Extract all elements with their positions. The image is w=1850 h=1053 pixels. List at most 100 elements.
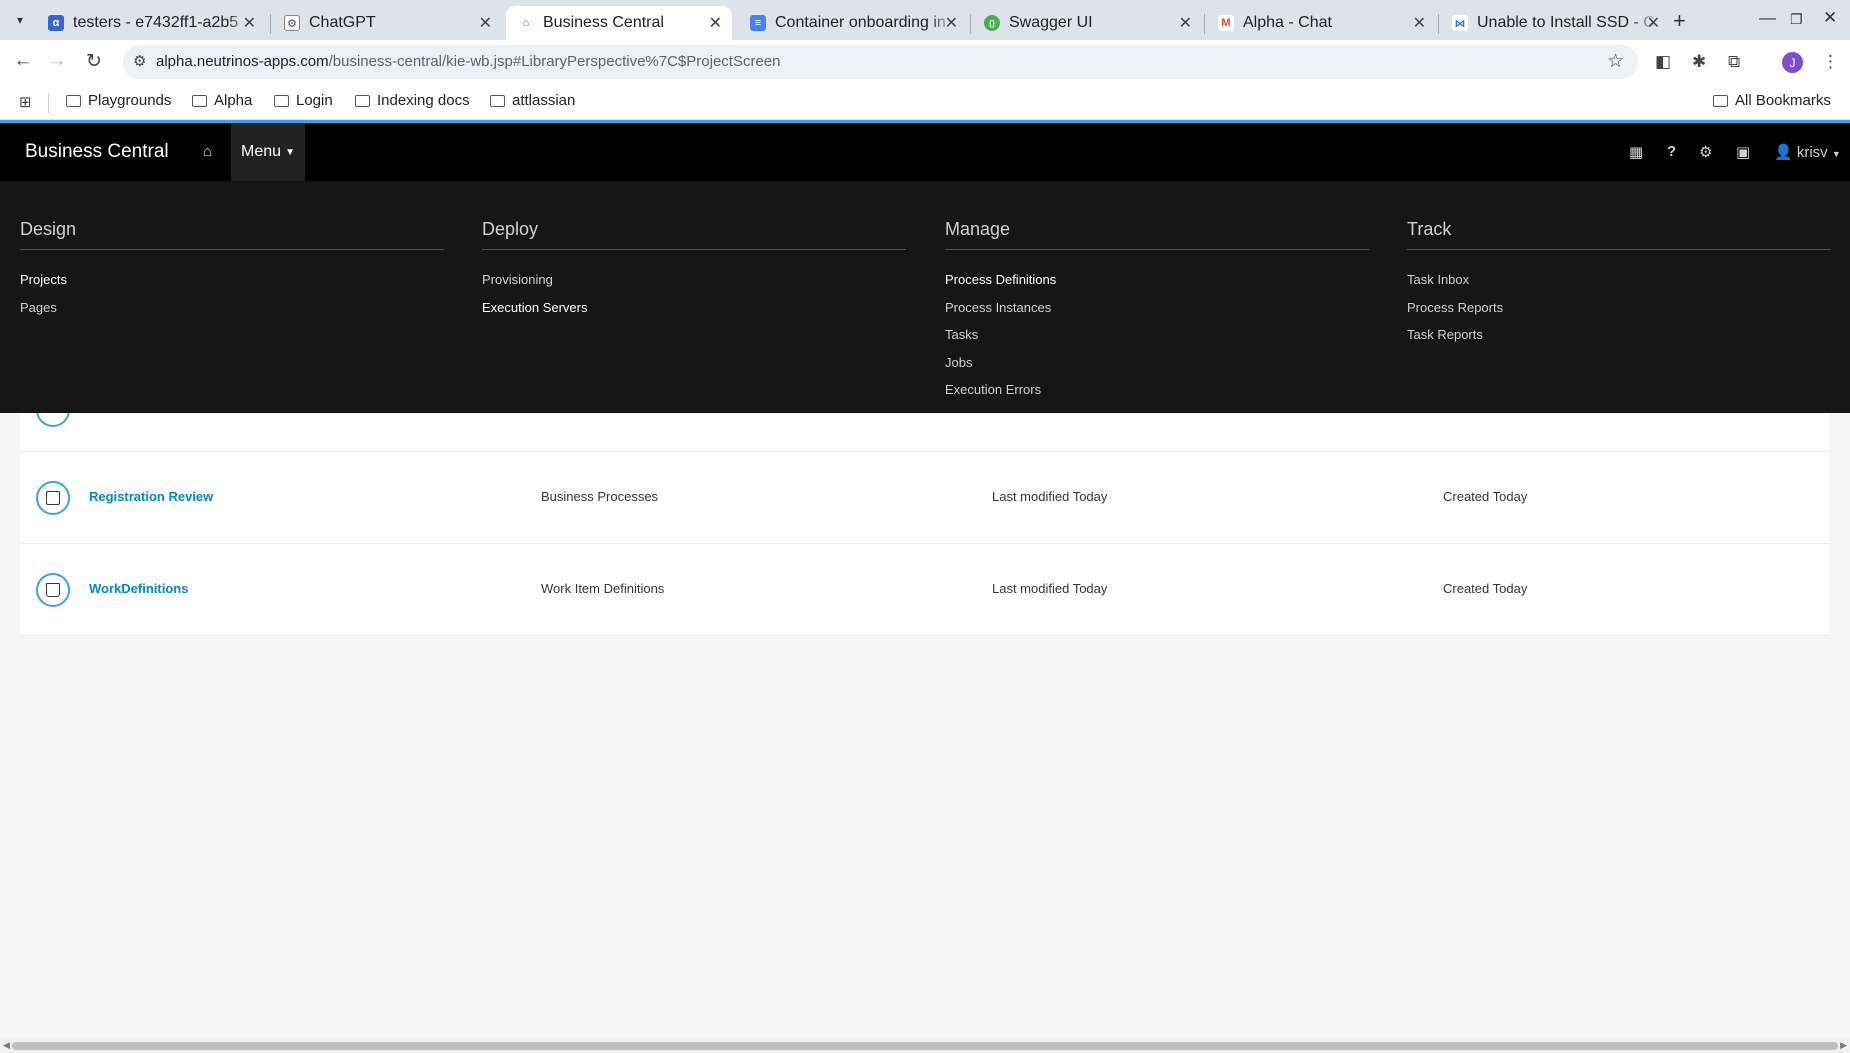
bookmark-folder-playgrounds[interactable]: Playgrounds (66, 92, 171, 109)
address-bar[interactable]: ⚙ alpha.neutrinos-apps.com/business-cent… (123, 45, 1638, 79)
bookmark-folder-login[interactable]: Login (274, 92, 333, 109)
tab-search-chevron-icon[interactable]: ▾ (7, 8, 33, 32)
menu-item-process-instances[interactable]: Process Instances (945, 299, 1056, 327)
bookmark-folder-alpha[interactable]: Alpha (192, 92, 252, 109)
menu-item-tasks[interactable]: Tasks (945, 326, 1056, 354)
asset-name-link[interactable]: Registration Review (89, 489, 213, 504)
url-text[interactable]: alpha.neutrinos-apps.com/business-centra… (156, 53, 780, 70)
browser-tab-business-central[interactable]: ⌂ Business Central ✕ (506, 6, 732, 40)
tab-close-icon[interactable]: ✕ (709, 13, 722, 33)
menu-item-process-definitions[interactable]: Process Definitions (945, 271, 1056, 299)
tab-close-icon[interactable]: ✕ (1179, 13, 1192, 33)
apps-grid-icon[interactable]: ▦ (1629, 143, 1643, 161)
menu-item-provisioning[interactable]: Provisioning (482, 271, 588, 299)
tab-title: Business Central (543, 14, 664, 31)
apps-grid-icon[interactable]: ⊞ (19, 93, 32, 111)
menu-divider (945, 249, 1369, 250)
process-glyph-icon (46, 491, 60, 505)
menu-item-execution-servers[interactable]: Execution Servers (482, 299, 588, 327)
menu-divider (20, 249, 444, 250)
bookmark-star-icon[interactable]: ☆ (1607, 50, 1624, 73)
tab-favicon-icon: α (48, 15, 64, 31)
horizontal-scrollbar[interactable]: ◀ ▶ (0, 1039, 1850, 1053)
minimize-icon[interactable]: — (1759, 8, 1776, 28)
menu-heading-design: Design (20, 219, 77, 239)
menu-heading-deploy: Deploy (482, 219, 539, 239)
user-menu[interactable]: 👤 krisv ▼ (1774, 143, 1841, 161)
tab-close-icon[interactable]: ✕ (243, 13, 256, 33)
menu-item-process-reports[interactable]: Process Reports (1407, 299, 1503, 327)
asset-row[interactable]: WorkDefinitions Work Item Definitions La… (20, 544, 1830, 636)
new-tab-plus-icon[interactable]: + (1673, 8, 1686, 34)
tasks-briefcase-icon[interactable]: ▣ (1736, 143, 1750, 161)
home-icon[interactable]: ⌂ (203, 143, 212, 160)
tab-close-icon[interactable]: ✕ (1413, 13, 1426, 33)
asset-row-partially-hidden[interactable] (20, 413, 1830, 452)
tab-close-icon[interactable]: ✕ (945, 13, 958, 33)
window-close-icon[interactable]: ✕ (1823, 8, 1837, 28)
asset-row[interactable]: Registration Review Business Processes L… (20, 452, 1830, 544)
tab-divider (1204, 14, 1205, 34)
brand-title[interactable]: Business Central (25, 141, 169, 163)
asset-created: Created Today (1443, 581, 1528, 596)
menu-divider (1407, 249, 1831, 250)
all-bookmarks-label: All Bookmarks (1735, 92, 1831, 109)
asset-type-icon (36, 413, 70, 427)
browser-tab-alpha-chat[interactable]: M Alpha - Chat ✕ (1206, 6, 1436, 40)
menu-divider (482, 249, 906, 250)
bookmark-folder-indexing-docs[interactable]: Indexing docs (355, 92, 470, 109)
bookmark-label: attlassian (512, 92, 576, 109)
scroll-right-arrow-icon[interactable]: ▶ (1840, 1040, 1847, 1051)
menu-dropdown-toggle[interactable]: Menu ▼ (231, 123, 305, 181)
asset-name-link[interactable]: WorkDefinitions (89, 581, 188, 596)
tab-divider (270, 14, 271, 34)
asset-type: Work Item Definitions (541, 581, 665, 596)
site-settings-icon[interactable]: ⚙ (133, 52, 146, 70)
menu-heading-track: Track (1407, 219, 1452, 239)
bookmark-label: Login (296, 92, 333, 109)
extension-puzzle-icon[interactable]: ✱ (1692, 52, 1706, 72)
folder-icon (192, 94, 207, 107)
browser-tab-unable-to-install[interactable]: ⋈ Unable to Install SSD - C ✕ (1440, 6, 1670, 40)
folder-icon (274, 94, 289, 107)
browser-tab-swagger[interactable]: {} Swagger UI ✕ (972, 6, 1202, 40)
browser-tab-container-onboarding[interactable]: ≡ Container onboarding in ✕ (738, 6, 968, 40)
all-bookmarks-folder[interactable]: All Bookmarks (1713, 92, 1831, 109)
tab-title: Swagger UI (1009, 14, 1093, 31)
menu-item-task-inbox[interactable]: Task Inbox (1407, 271, 1503, 299)
tab-divider (970, 14, 971, 34)
asset-type: Business Processes (541, 489, 659, 504)
tab-close-icon[interactable]: ✕ (1647, 13, 1660, 33)
gmail-favicon-icon: M (1218, 15, 1234, 31)
profile-avatar[interactable]: J (1782, 52, 1803, 73)
menu-item-pages[interactable]: Pages (20, 299, 67, 327)
asset-list: Registration Review Business Processes L… (20, 413, 1830, 636)
bookmark-folder-attlassian[interactable]: attlassian (490, 92, 575, 109)
tab-divider (1438, 14, 1439, 34)
docs-favicon-icon: ≡ (750, 15, 766, 31)
settings-gear-icon[interactable]: ⚙ (1699, 143, 1712, 161)
bookmark-label: Indexing docs (377, 92, 470, 109)
tab-close-icon[interactable]: ✕ (479, 13, 492, 33)
extension-cookie-icon[interactable]: ◧ (1655, 52, 1671, 72)
extensions-icon[interactable]: ⧉ (1728, 52, 1740, 72)
menu-item-projects[interactable]: Projects (20, 271, 67, 299)
restore-icon[interactable]: ❐ (1790, 11, 1803, 28)
url-host: alpha.neutrinos-apps.com (156, 53, 329, 70)
work-item-asset-icon (36, 573, 70, 607)
menu-item-task-reports[interactable]: Task Reports (1407, 326, 1503, 354)
tab-title: Container onboarding in (775, 14, 946, 31)
reload-icon[interactable]: ↻ (81, 50, 107, 73)
browser-menu-kebab-icon[interactable]: ⋮ (1822, 52, 1839, 72)
browser-tab-chatgpt[interactable]: ⚙ ChatGPT ✕ (272, 6, 502, 40)
scrollbar-thumb[interactable] (12, 1042, 1838, 1050)
browser-tab-testers[interactable]: α testers - e7432ff1-a2b5 ✕ (36, 6, 266, 40)
scroll-left-arrow-icon[interactable]: ◀ (3, 1040, 10, 1051)
menu-item-execution-errors[interactable]: Execution Errors (945, 381, 1056, 409)
menu-item-jobs[interactable]: Jobs (945, 354, 1056, 382)
mega-menu-panel: Design Projects Pages Deploy Provisionin… (0, 181, 1850, 413)
process-asset-icon (36, 481, 70, 515)
help-question-icon[interactable]: ? (1667, 143, 1676, 160)
back-arrow-icon[interactable]: ← (10, 50, 36, 72)
user-name: krisv (1796, 144, 1828, 161)
